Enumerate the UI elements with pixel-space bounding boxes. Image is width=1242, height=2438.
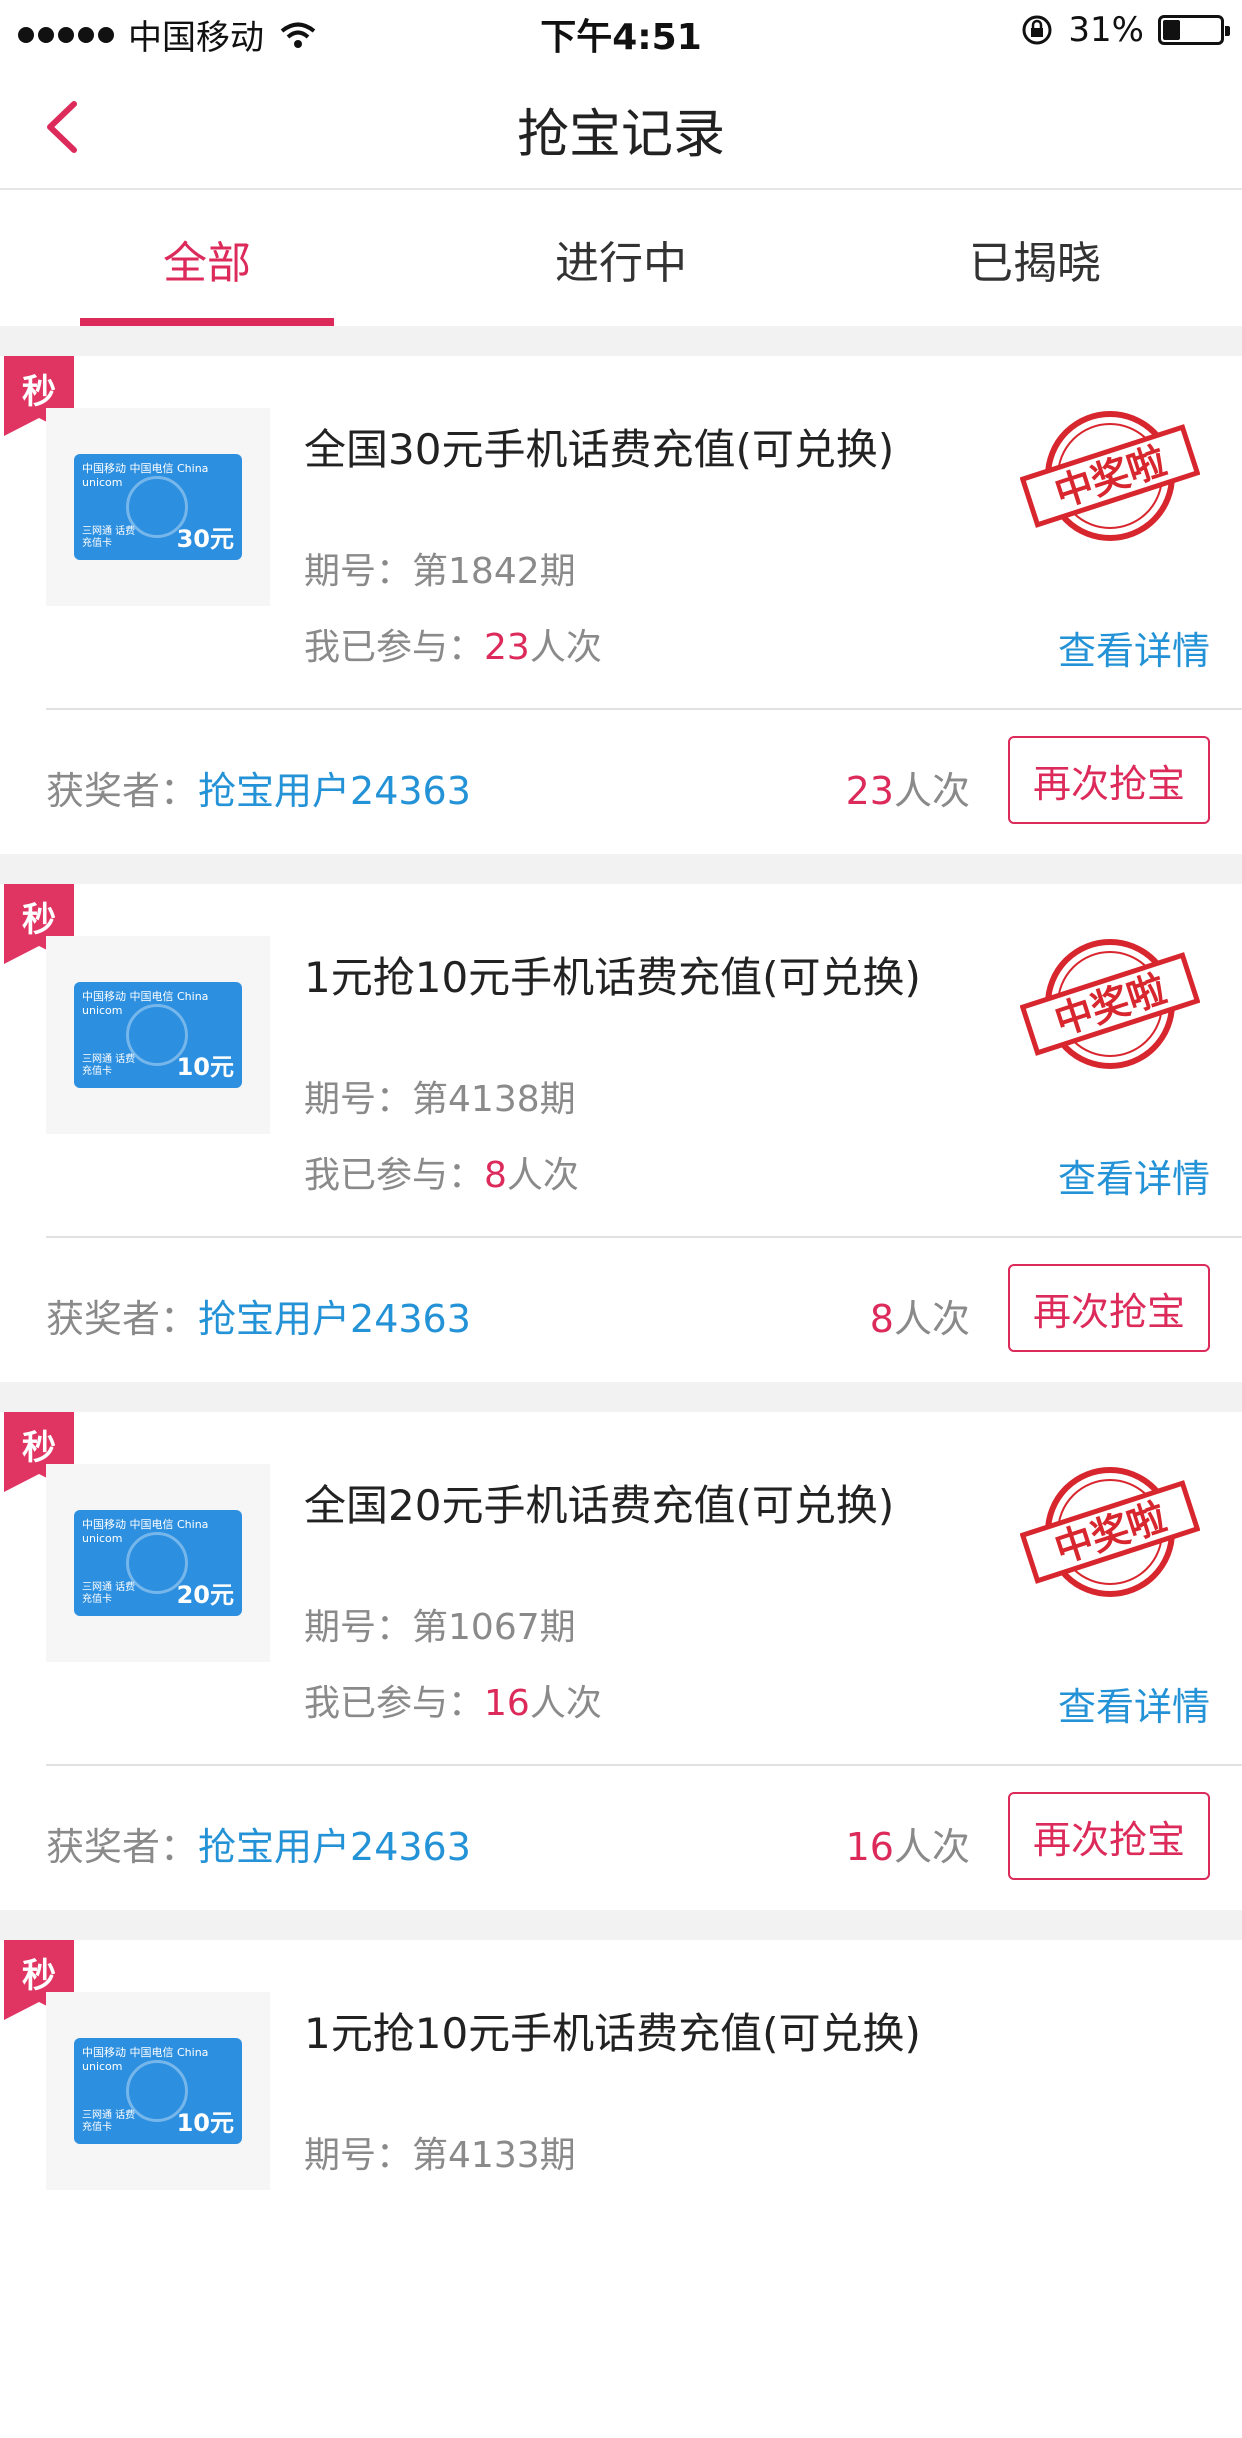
divider bbox=[46, 708, 1242, 710]
winner-name[interactable]: 抢宝用户24363 bbox=[198, 1825, 471, 1869]
issue-label: 期号： bbox=[304, 551, 413, 592]
winner-count-unit: 人次 bbox=[893, 1297, 970, 1341]
recharge-card-image: 中国移动 中国电信 China unicom 三网通 话费充值卡 10元 bbox=[74, 982, 242, 1088]
view-details-link[interactable]: 查看详情 bbox=[1058, 1148, 1210, 1203]
recharge-card-image: 中国移动 中国电信 China unicom 三网通 话费充值卡 10元 bbox=[74, 2038, 242, 2144]
card-sub-text: 三网通 话费充值卡 bbox=[82, 1582, 136, 1605]
card-sub-text: 三网通 话费充值卡 bbox=[82, 526, 136, 549]
winner-count-value: 23 bbox=[845, 769, 894, 813]
issue-label: 期号： bbox=[304, 1079, 413, 1120]
winner-count-unit: 人次 bbox=[893, 1825, 970, 1869]
view-details-link[interactable]: 查看详情 bbox=[1058, 620, 1210, 675]
buy-again-button[interactable]: 再次抢宝 bbox=[1008, 1792, 1210, 1880]
winner-info: 获奖者：抢宝用户24363 bbox=[46, 1816, 471, 1871]
won-stamp-icon: 中奖啦 bbox=[1020, 1467, 1200, 1597]
record-card[interactable]: 秒 中国移动 中国电信 China unicom 三网通 话费充值卡 30元 全… bbox=[0, 356, 1242, 854]
product-thumbnail[interactable]: 中国移动 中国电信 China unicom 三网通 话费充值卡 10元 bbox=[46, 1992, 270, 2190]
product-thumbnail[interactable]: 中国移动 中国电信 China unicom 三网通 话费充值卡 30元 bbox=[46, 408, 270, 606]
winner-info: 获奖者：抢宝用户24363 bbox=[46, 760, 471, 815]
card-amount: 10元 bbox=[176, 2109, 234, 2137]
winner-count-unit: 人次 bbox=[893, 769, 970, 813]
joined-count: 8 bbox=[484, 1155, 507, 1196]
joined-count: 16 bbox=[484, 1683, 530, 1724]
winner-count: 16人次 bbox=[846, 1816, 970, 1871]
badge-label: 秒 bbox=[22, 900, 56, 940]
badge-label: 秒 bbox=[22, 372, 56, 412]
joined-label: 我已参与： bbox=[304, 1155, 485, 1196]
record-card[interactable]: 秒 中国移动 中国电信 China unicom 三网通 话费充值卡 10元 1… bbox=[0, 1940, 1242, 2438]
participation: 我已参与：23人次 bbox=[304, 618, 602, 670]
winner-count: 23人次 bbox=[846, 760, 970, 815]
issue-value: 第1067期 bbox=[412, 1607, 576, 1648]
product-title[interactable]: 全国20元手机话费充值(可兑换) bbox=[304, 1472, 894, 1533]
badge-label: 秒 bbox=[22, 1428, 56, 1468]
card-amount: 10元 bbox=[176, 1053, 234, 1081]
battery-group: 31% bbox=[1020, 10, 1230, 50]
winner-name[interactable]: 抢宝用户24363 bbox=[198, 769, 471, 813]
issue-value: 第1842期 bbox=[412, 551, 576, 592]
participation: 我已参与：16人次 bbox=[304, 1674, 602, 1726]
winner-label: 获奖者： bbox=[46, 1825, 199, 1869]
winner-count: 8人次 bbox=[870, 1288, 970, 1343]
joined-unit: 人次 bbox=[506, 1155, 579, 1196]
won-stamp-icon: 中奖啦 bbox=[1020, 411, 1200, 541]
issue-number: 期号：第1842期 bbox=[304, 542, 576, 594]
issue-number: 期号：第4133期 bbox=[304, 2126, 576, 2178]
participation: 我已参与：8人次 bbox=[304, 1146, 579, 1198]
joined-label: 我已参与： bbox=[304, 627, 485, 668]
page-title: 抢宝记录 bbox=[516, 105, 725, 165]
badge-label: 秒 bbox=[22, 1956, 56, 1996]
issue-number: 期号：第4138期 bbox=[304, 1070, 576, 1122]
tab-bar: 全部 进行中 已揭晓 bbox=[0, 192, 1242, 326]
winner-count-value: 8 bbox=[869, 1297, 894, 1341]
buy-again-button[interactable]: 再次抢宝 bbox=[1008, 736, 1210, 824]
card-sub-text: 三网通 话费充值卡 bbox=[82, 2110, 136, 2133]
tab-all[interactable]: 全部 bbox=[0, 192, 414, 326]
joined-label: 我已参与： bbox=[304, 1683, 485, 1724]
winner-label: 获奖者： bbox=[46, 769, 199, 813]
record-card[interactable]: 秒 中国移动 中国电信 China unicom 三网通 话费充值卡 20元 全… bbox=[0, 1412, 1242, 1910]
list-separator bbox=[0, 326, 1242, 356]
product-thumbnail[interactable]: 中国移动 中国电信 China unicom 三网通 话费充值卡 10元 bbox=[46, 936, 270, 1134]
joined-count: 23 bbox=[484, 627, 530, 668]
issue-value: 第4133期 bbox=[412, 2135, 576, 2176]
list-separator bbox=[0, 854, 1242, 884]
winner-count-value: 16 bbox=[845, 1825, 894, 1869]
product-title[interactable]: 1元抢10元手机话费充值(可兑换) bbox=[304, 944, 921, 1005]
recharge-card-image: 中国移动 中国电信 China unicom 三网通 话费充值卡 30元 bbox=[74, 454, 242, 560]
product-title[interactable]: 1元抢10元手机话费充值(可兑换) bbox=[304, 2000, 921, 2061]
battery-icon bbox=[1158, 15, 1230, 45]
issue-value: 第4138期 bbox=[412, 1079, 576, 1120]
record-list: 秒 中国移动 中国电信 China unicom 三网通 话费充值卡 30元 全… bbox=[0, 326, 1242, 2438]
product-thumbnail[interactable]: 中国移动 中国电信 China unicom 三网通 话费充值卡 20元 bbox=[46, 1464, 270, 1662]
winner-label: 获奖者： bbox=[46, 1297, 199, 1341]
joined-unit: 人次 bbox=[529, 627, 602, 668]
won-stamp-icon: 中奖啦 bbox=[1020, 939, 1200, 1069]
tab-revealed[interactable]: 已揭晓 bbox=[828, 192, 1242, 326]
record-card[interactable]: 秒 中国移动 中国电信 China unicom 三网通 话费充值卡 10元 1… bbox=[0, 884, 1242, 1382]
nav-bar: 抢宝记录 bbox=[0, 64, 1242, 190]
issue-label: 期号： bbox=[304, 1607, 413, 1648]
list-separator bbox=[0, 1382, 1242, 1412]
orientation-lock-icon bbox=[1022, 15, 1052, 45]
issue-number: 期号：第1067期 bbox=[304, 1598, 576, 1650]
tab-in-progress[interactable]: 进行中 bbox=[414, 192, 828, 326]
product-title[interactable]: 全国30元手机话费充值(可兑换) bbox=[304, 416, 894, 477]
recharge-card-image: 中国移动 中国电信 China unicom 三网通 话费充值卡 20元 bbox=[74, 1510, 242, 1616]
view-details-link[interactable]: 查看详情 bbox=[1058, 1676, 1210, 1731]
divider bbox=[46, 1236, 1242, 1238]
winner-name[interactable]: 抢宝用户24363 bbox=[198, 1297, 471, 1341]
card-amount: 30元 bbox=[176, 525, 234, 553]
joined-unit: 人次 bbox=[529, 1683, 602, 1724]
list-separator bbox=[0, 1910, 1242, 1940]
status-bar: 中国移动 下午4:51 31% bbox=[0, 0, 1242, 64]
card-sub-text: 三网通 话费充值卡 bbox=[82, 1054, 136, 1077]
buy-again-button[interactable]: 再次抢宝 bbox=[1008, 1264, 1210, 1352]
winner-info: 获奖者：抢宝用户24363 bbox=[46, 1288, 471, 1343]
card-amount: 20元 bbox=[176, 1581, 234, 1609]
issue-label: 期号： bbox=[304, 2135, 413, 2176]
divider bbox=[46, 1764, 1242, 1766]
battery-percent: 31% bbox=[1068, 10, 1144, 50]
